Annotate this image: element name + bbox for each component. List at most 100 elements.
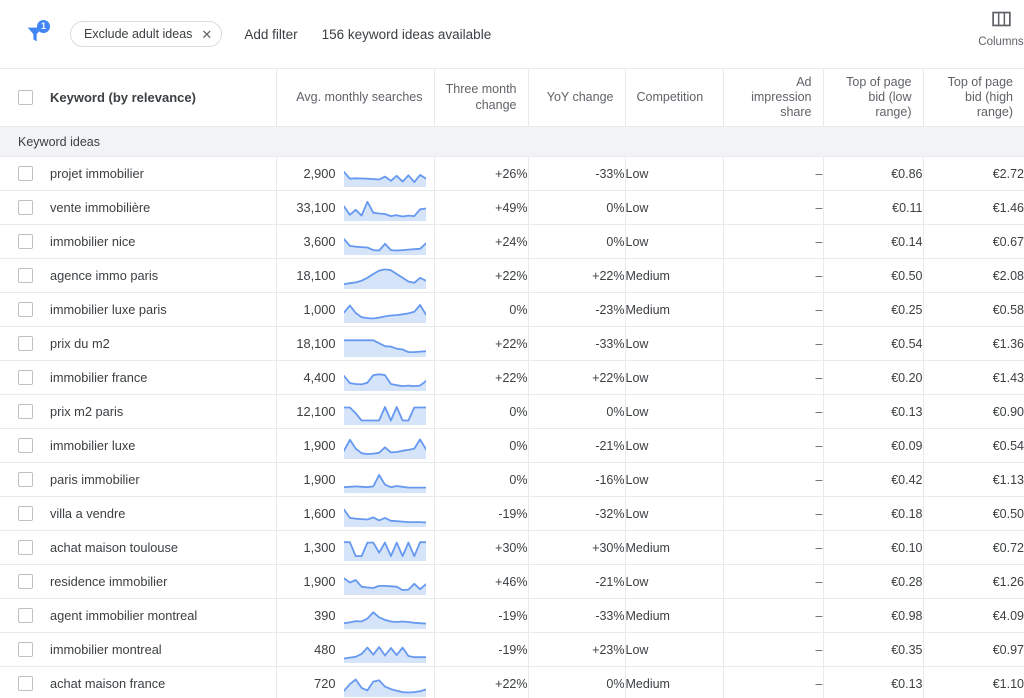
row-checkbox[interactable] [18,268,33,283]
table-row[interactable]: immobilier luxe paris 1,000 0% -23% Medium – €… [0,292,1024,327]
cell-keyword[interactable]: immobilier france [0,360,277,395]
row-checkbox[interactable] [18,438,33,453]
cell-keyword[interactable]: agent immobilier montreal [0,598,277,633]
row-checkbox[interactable] [18,540,33,555]
cell-keyword[interactable]: immobilier montreal [0,632,277,667]
filter-chip-exclude-adult-ideas[interactable]: Exclude adult ideas ✕ [70,21,223,47]
searches-value: 2,900 [303,166,336,181]
row-checkbox[interactable] [18,642,33,657]
cell-bid-low: €0.09 [823,428,924,463]
table-header: Keyword (by relevance) Avg. monthly sear… [0,68,1024,127]
column-header-bid-high[interactable]: Top of page bid (high range) [923,68,1024,127]
table-row[interactable]: immobilier montreal 480 -19% +23% Low – €0.35 €… [0,632,1024,667]
row-checkbox[interactable] [18,166,33,181]
column-header-yoy-change-label: YoY change [546,89,614,104]
cell-keyword[interactable]: vente immobilière [0,190,277,225]
keyword-text: agent immobilier montreal [50,608,198,623]
row-checkbox[interactable] [18,234,33,249]
cell-keyword[interactable]: achat maison france [0,666,277,698]
close-icon[interactable]: ✕ [201,28,212,41]
add-filter-button[interactable]: Add filter [244,27,297,42]
cell-three-month-change: -19% [434,496,529,531]
table-row[interactable]: prix m2 paris 12,100 0% 0% Low – €0.13 €0.90 [0,394,1024,429]
cell-yoy-change: +22% [528,360,626,395]
column-header-ad-impression-share[interactable]: Ad impression share [723,68,824,127]
table-row[interactable]: paris immobilier 1,900 0% -16% Low – €0.42 €1.1… [0,462,1024,497]
cell-competition: Medium [625,598,724,633]
cell-competition: Medium [625,258,724,293]
column-header-keyword-label: Keyword (by relevance) [50,89,196,105]
table-row[interactable]: achat maison france 720 +22% 0% Medium – €0.13… [0,666,1024,698]
keyword-ideas-available-count: 156 keyword ideas available [321,26,492,42]
table-row[interactable]: immobilier nice 3,600 +24% 0% Low – €0.14 €0.67 [0,224,1024,259]
searches-sparkline [336,229,434,255]
searches-sparkline [336,569,434,595]
searches-value: 3,600 [303,234,336,249]
table-row[interactable]: agent immobilier montreal 390 -19% -33% Medi… [0,598,1024,633]
row-checkbox[interactable] [18,574,33,589]
cell-keyword[interactable]: achat maison toulouse [0,530,277,565]
cell-keyword[interactable]: immobilier luxe [0,428,277,463]
cell-keyword[interactable]: villa a vendre [0,496,277,531]
cell-ad-impression-share: – [723,292,824,327]
cell-yoy-change: +30% [528,530,626,565]
cell-yoy-change: 0% [528,394,626,429]
cell-keyword[interactable]: paris immobilier [0,462,277,497]
row-checkbox[interactable] [18,302,33,317]
cell-keyword[interactable]: projet immobilier [0,156,277,191]
column-header-keyword[interactable]: Keyword (by relevance) [0,68,277,127]
cell-avg-monthly-searches: 4,400 [276,360,435,395]
cell-ad-impression-share: – [723,428,824,463]
cell-avg-monthly-searches: 33,100 [276,190,435,225]
cell-keyword[interactable]: prix du m2 [0,326,277,361]
searches-value: 18,100 [296,268,336,283]
table-row[interactable]: projet immobilier 2,900 +26% -33% Low – €0.86 €… [0,156,1024,191]
column-header-bid-low-label: Top of page bid (low range) [846,74,912,120]
row-checkbox[interactable] [18,506,33,521]
cell-avg-monthly-searches: 1,000 [276,292,435,327]
cell-yoy-change: -21% [528,564,626,599]
cell-keyword[interactable]: immobilier nice [0,224,277,259]
table-row[interactable]: agence immo paris 18,100 +22% +22% Medium – €0… [0,258,1024,293]
column-header-yoy-change[interactable]: YoY change [528,68,626,127]
cell-keyword[interactable]: residence immobilier [0,564,277,599]
row-checkbox[interactable] [18,370,33,385]
filter-badge-count: 1 [37,20,50,33]
row-checkbox[interactable] [18,608,33,623]
cell-keyword[interactable]: immobilier luxe paris [0,292,277,327]
searches-value: 390 [314,608,336,623]
cell-competition: Low [625,360,724,395]
cell-three-month-change: 0% [434,428,529,463]
cell-three-month-change: 0% [434,292,529,327]
table-row[interactable]: villa a vendre 1,600 -19% -32% Low – €0.18 €0.5… [0,496,1024,531]
row-checkbox[interactable] [18,336,33,351]
filter-funnel-icon[interactable]: 1 [18,17,52,51]
select-all-checkbox[interactable] [18,89,33,105]
table-row[interactable]: immobilier luxe 1,900 0% -21% Low – €0.09 €0.54 [0,428,1024,463]
table-row[interactable]: residence immobilier 1,900 +46% -21% Low – €0.… [0,564,1024,599]
row-checkbox[interactable] [18,200,33,215]
cell-avg-monthly-searches: 1,300 [276,530,435,565]
table-row[interactable]: achat maison toulouse 1,300 +30% +30% Medium… [0,530,1024,565]
table-row[interactable]: vente immobilière 33,100 +49% 0% Low – €0.11 €1… [0,190,1024,225]
table-row[interactable]: immobilier france 4,400 +22% +22% Low – €0.20 €… [0,360,1024,395]
keyword-text: paris immobilier [50,472,140,487]
row-checkbox[interactable] [18,676,33,691]
cell-bid-low: €0.86 [823,156,924,191]
cell-avg-monthly-searches: 1,900 [276,428,435,463]
searches-sparkline [336,501,434,527]
cell-keyword[interactable]: agence immo paris [0,258,277,293]
searches-sparkline [336,467,434,493]
cell-yoy-change: +22% [528,258,626,293]
column-header-avg-monthly-searches[interactable]: Avg. monthly searches [276,68,435,127]
columns-button[interactable]: Columns [972,10,1024,48]
cell-keyword[interactable]: prix m2 paris [0,394,277,429]
row-checkbox[interactable] [18,404,33,419]
searches-value: 12,100 [296,404,336,419]
row-checkbox[interactable] [18,472,33,487]
column-header-bid-low[interactable]: Top of page bid (low range) [823,68,924,127]
table-row[interactable]: prix du m2 18,100 +22% -33% Low – €0.54 €1.36 [0,326,1024,361]
column-header-three-month-change[interactable]: Three month change [434,68,529,127]
keyword-text: residence immobilier [50,574,168,589]
column-header-competition[interactable]: Competition [625,68,724,127]
